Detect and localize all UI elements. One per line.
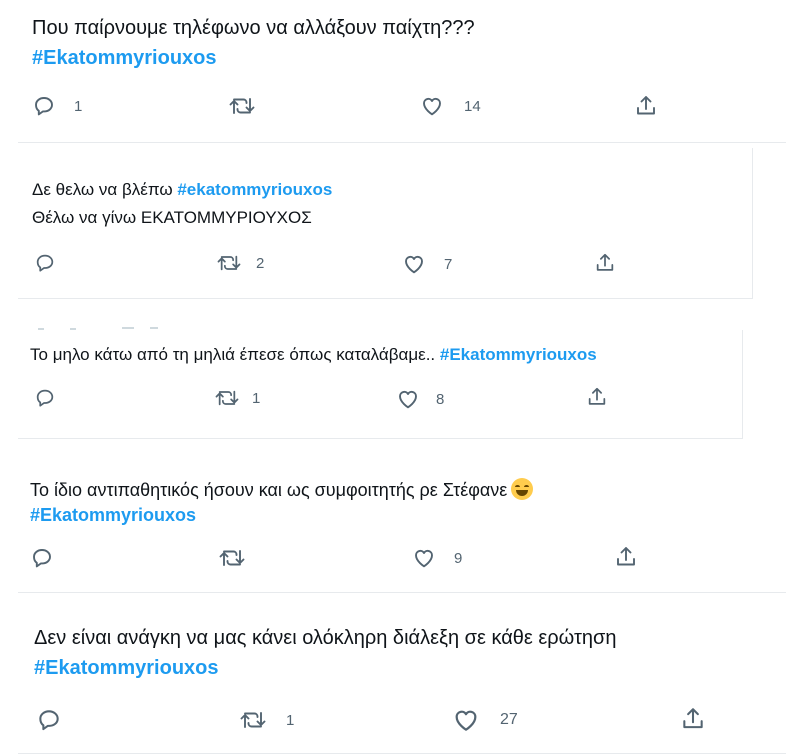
hashtag-link[interactable]: #Ekatommyriouxos xyxy=(440,345,597,364)
tweet-text-line: Το ίδιο αντιπαθητικός ήσουν και ως συμφο… xyxy=(30,480,508,500)
reply-button[interactable] xyxy=(34,387,66,409)
tweet-text: Το μηλο κάτω από τη μηλιά έπεσε όπως κατ… xyxy=(30,345,597,365)
like-icon xyxy=(415,549,433,568)
retweet-button[interactable]: 1 xyxy=(214,387,260,409)
share-icon xyxy=(637,96,655,115)
divider xyxy=(742,330,743,438)
like-button[interactable]: 8 xyxy=(396,387,444,411)
share-icon xyxy=(683,708,703,729)
retweet-button[interactable] xyxy=(228,94,266,118)
hashtag-link[interactable]: #ekatommyriouxos xyxy=(177,180,332,199)
tweet-text: Δε θελω να βλέπω #ekatommyriouxos xyxy=(32,180,332,200)
reply-icon xyxy=(35,97,53,116)
retweet-count: 2 xyxy=(256,254,265,272)
share-button[interactable] xyxy=(594,252,616,274)
share-icon xyxy=(588,387,606,405)
retweet-button[interactable] xyxy=(218,546,256,570)
divider xyxy=(18,438,743,439)
divider xyxy=(752,148,753,298)
reply-icon xyxy=(36,254,54,272)
divider xyxy=(18,592,786,593)
retweet-count: 1 xyxy=(286,711,295,729)
share-icon xyxy=(596,253,614,271)
retweet-button[interactable]: 2 xyxy=(216,252,264,274)
tweet-text-line-2: Θέλω να γίνω ΕΚΑΤΟΜΜΥΡΙΟΥΧΟΣ xyxy=(32,208,312,227)
retweet-count: 1 xyxy=(252,389,261,407)
divider xyxy=(18,298,753,299)
reply-button[interactable]: 1 xyxy=(32,94,82,118)
reply-button[interactable] xyxy=(30,546,64,570)
like-button[interactable]: 9 xyxy=(412,546,462,570)
share-button[interactable] xyxy=(586,386,608,408)
like-icon xyxy=(399,390,417,409)
retweet-icon xyxy=(217,255,241,271)
tweet-text: Το ίδιο αντιπαθητικός ήσουν και ως συμφο… xyxy=(30,478,534,501)
retweet-icon xyxy=(219,550,245,566)
divider xyxy=(18,142,786,143)
reply-count: 1 xyxy=(74,97,83,115)
hashtag-link[interactable]: #Ekatommyriouxos xyxy=(30,505,196,526)
like-count: 7 xyxy=(444,255,453,273)
reply-icon xyxy=(39,710,59,731)
like-icon xyxy=(423,97,441,116)
reply-icon xyxy=(36,389,54,407)
retweet-icon xyxy=(215,390,239,406)
cropped-text-remnant xyxy=(150,327,158,329)
like-button[interactable]: 27 xyxy=(452,706,518,734)
share-icon xyxy=(617,547,635,566)
share-button[interactable] xyxy=(680,706,706,732)
tweet-text: Που παίρνουμε τηλέφωνο να αλλάξουν παίχτ… xyxy=(32,17,475,39)
like-count: 9 xyxy=(454,549,463,567)
tweet-text-line: Το μηλο κάτω από τη μηλιά έπεσε όπως κατ… xyxy=(30,345,440,364)
divider xyxy=(18,753,786,754)
like-count: 8 xyxy=(436,390,445,408)
like-icon xyxy=(455,710,477,731)
joy-emoji-icon xyxy=(511,478,534,500)
retweet-icon xyxy=(229,98,255,114)
like-count: 14 xyxy=(464,97,481,115)
cropped-text-remnant xyxy=(70,328,76,330)
share-button[interactable] xyxy=(634,94,658,118)
reply-icon xyxy=(33,549,51,568)
share-button[interactable] xyxy=(614,545,638,569)
reply-button[interactable] xyxy=(34,252,66,274)
cropped-text-remnant xyxy=(122,327,134,329)
like-count: 27 xyxy=(500,711,518,728)
retweet-button[interactable]: 1 xyxy=(238,708,294,732)
tweet-text-line: Δε θελω να βλέπω xyxy=(32,180,178,199)
hashtag-link[interactable]: #Ekatommyriouxos xyxy=(34,657,219,680)
cropped-text-remnant xyxy=(38,328,44,330)
like-icon xyxy=(405,255,423,274)
like-button[interactable]: 14 xyxy=(420,94,481,118)
like-button[interactable]: 7 xyxy=(402,252,452,276)
tweet-text: Δεν είναι ανάγκη να μας κάνει ολόκληρη δ… xyxy=(34,627,617,649)
reply-button[interactable] xyxy=(36,707,72,733)
hashtag-link[interactable]: #Ekatommyriouxos xyxy=(32,47,217,70)
retweet-icon xyxy=(240,712,266,728)
